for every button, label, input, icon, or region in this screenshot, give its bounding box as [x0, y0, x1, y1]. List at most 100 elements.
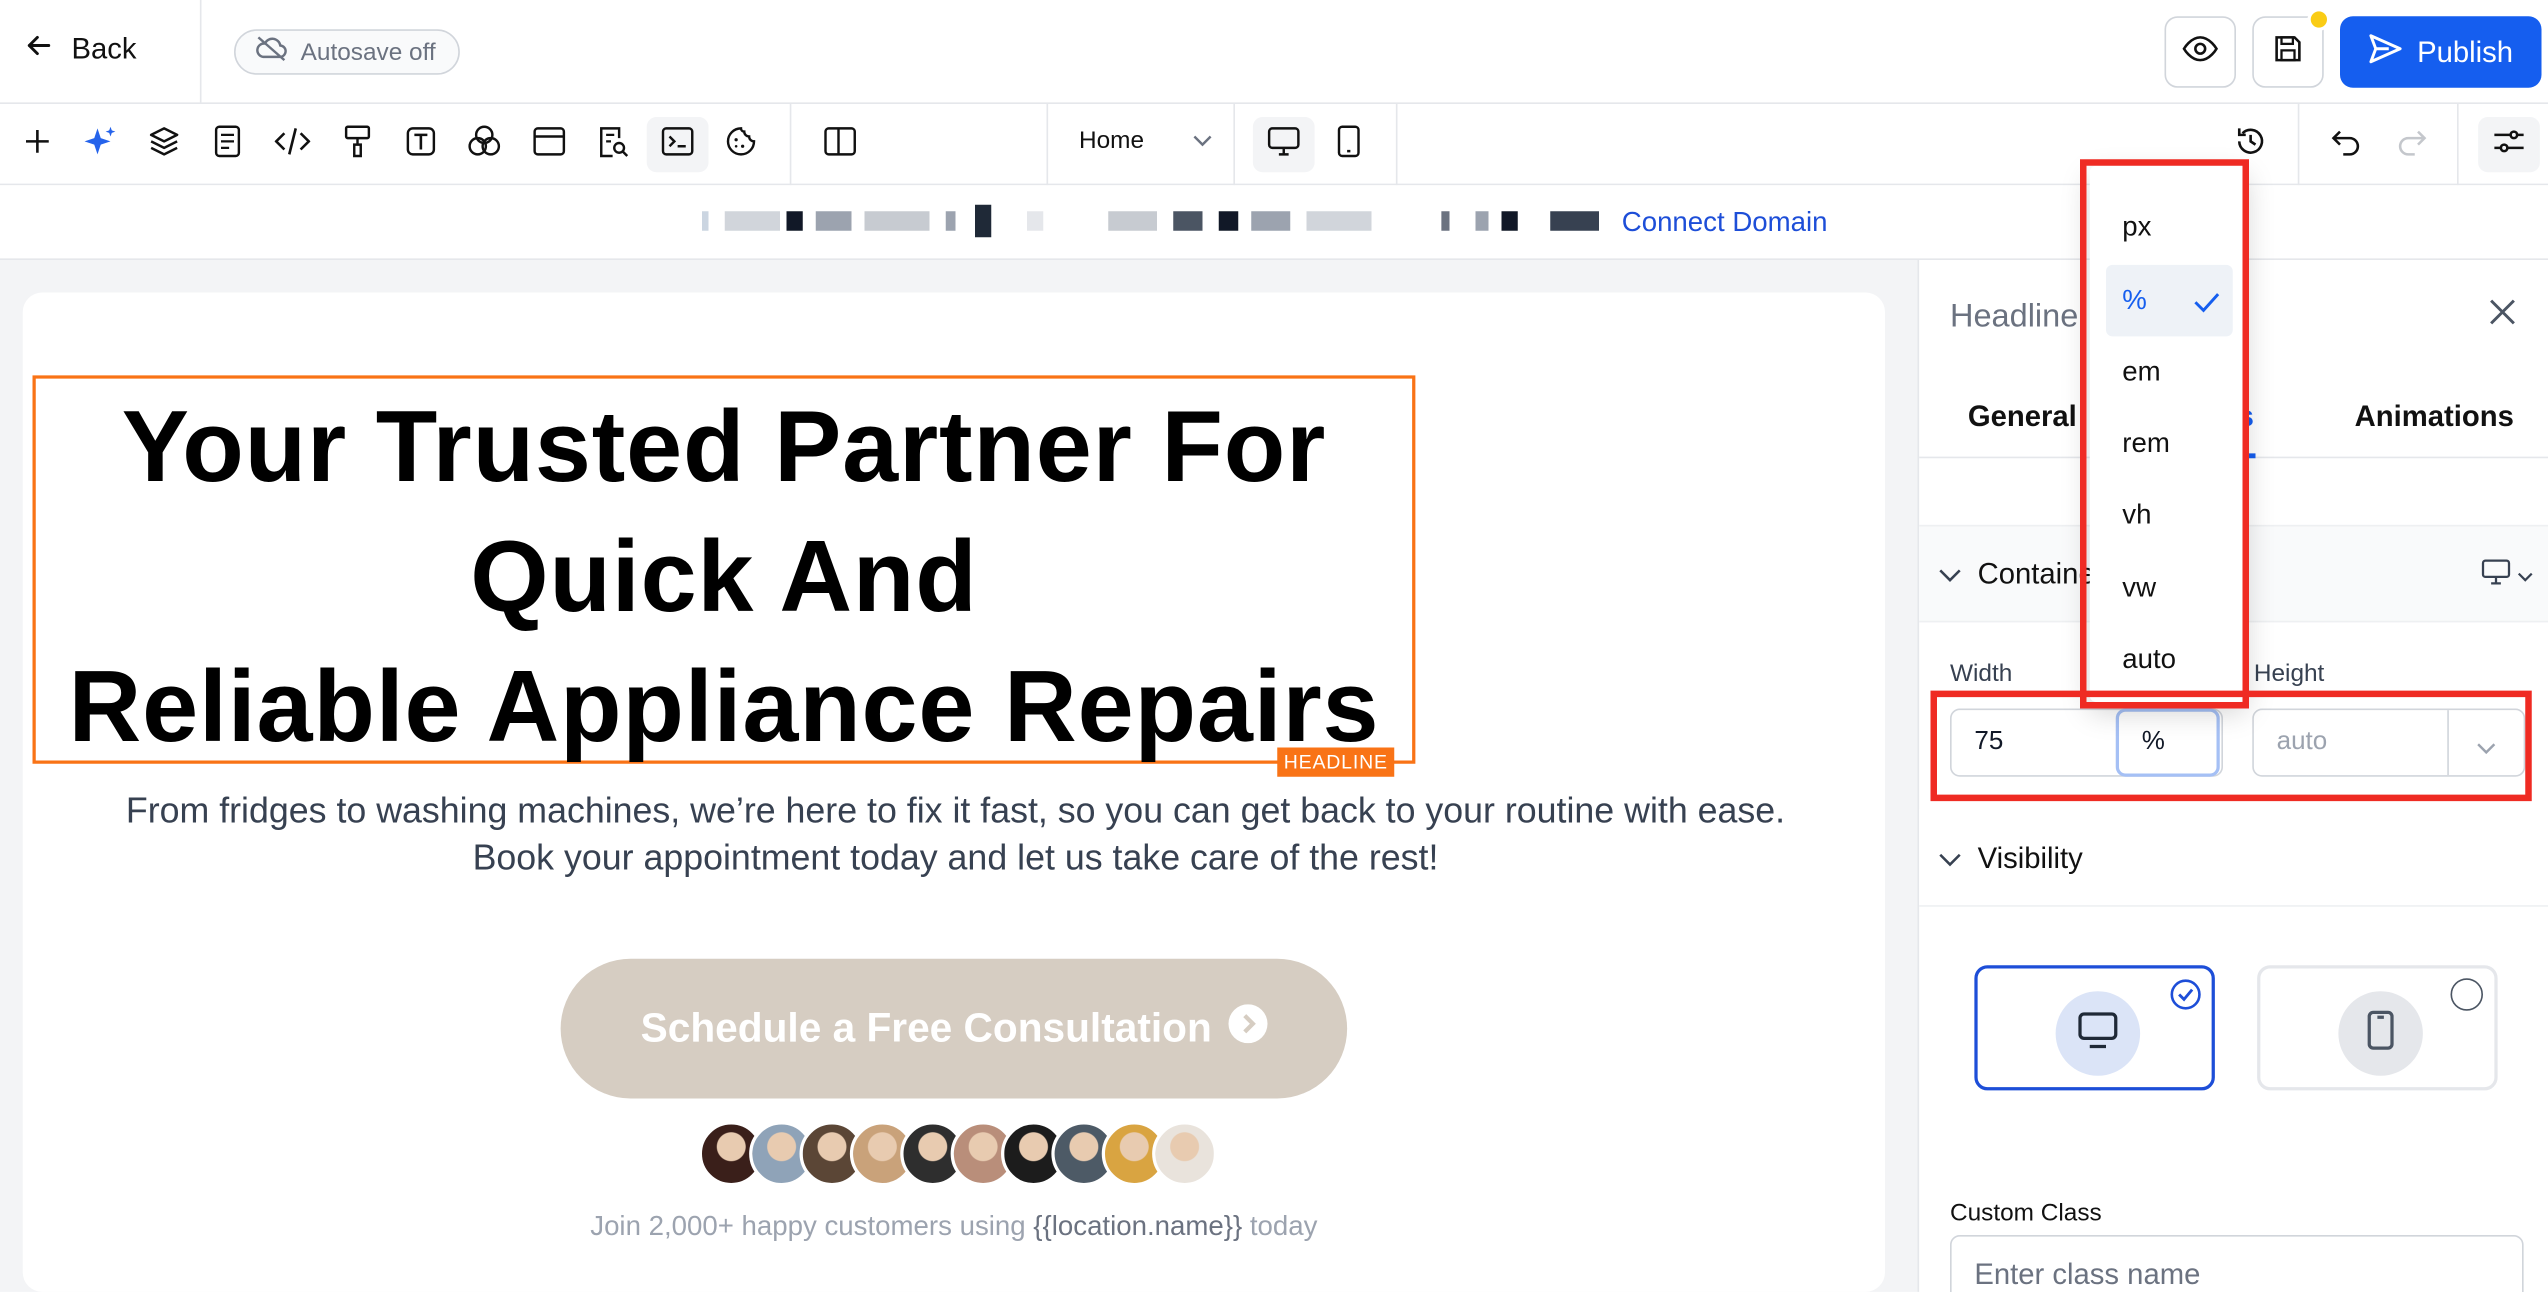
custom-class-input[interactable]: Enter class name [1950, 1235, 2524, 1292]
check-circle-icon [2169, 978, 2202, 1019]
editor-window: Back Autosave off Publish Home Connect D… [0, 0, 2548, 1292]
layers-button[interactable] [133, 117, 195, 172]
redo-button[interactable] [2381, 117, 2443, 172]
mobile-visibility-option[interactable] [2257, 965, 2498, 1091]
custom-class-label: Custom Class [1950, 1199, 2102, 1227]
seo-button[interactable] [582, 117, 644, 172]
height-label: Height [2253, 659, 2325, 688]
document-search-icon [596, 124, 629, 165]
preview-button[interactable] [2164, 16, 2236, 88]
mobile-view-button[interactable] [1318, 117, 1380, 172]
tab-general[interactable]: General [1968, 400, 2077, 434]
back-button[interactable]: Back [23, 29, 137, 70]
width-label: Width [1950, 659, 2013, 688]
document-icon [213, 124, 242, 165]
redacted-url [702, 202, 1606, 241]
subheadline[interactable]: From fridges to washing machines, we’re … [49, 787, 1863, 881]
subheadline-line: From fridges to washing machines, we’re … [125, 789, 1786, 831]
publish-button[interactable]: Publish [2340, 16, 2542, 88]
social-proof-text: Join 2,000+ happy customers using {{loca… [23, 1211, 1885, 1244]
custom-js-button[interactable] [646, 117, 709, 173]
autosave-label: Autosave off [300, 38, 436, 66]
connect-domain-link[interactable]: Connect Domain [1622, 206, 1828, 239]
tab-animations[interactable]: Animations [2355, 400, 2514, 434]
terminal-icon [661, 126, 694, 163]
headline-line: Quick And [470, 521, 978, 634]
plus-icon [23, 126, 52, 163]
mobile-icon [1337, 124, 1360, 165]
divider [2457, 104, 2459, 186]
arrow-left-icon [23, 29, 56, 70]
browser-window-icon [533, 126, 566, 163]
cloud-off-icon [255, 36, 288, 69]
page-select[interactable]: Home [1079, 126, 1212, 155]
autosave-toggle[interactable]: Autosave off [234, 29, 461, 75]
desktop-visibility-icon-wrap [2055, 991, 2141, 1076]
monitor-icon [2481, 559, 2511, 593]
annotation-highlight-size-fields [1930, 690, 2532, 802]
cookie-icon [725, 124, 758, 165]
element-type-tag: HEADLINE [1277, 747, 1395, 777]
container-section-toggle[interactable]: Containe [1939, 557, 2095, 591]
schedule-consultation-button[interactable]: Schedule a Free Consultation [560, 958, 1348, 1099]
responsive-device-select[interactable] [2481, 559, 2533, 593]
cookie-button[interactable] [710, 117, 772, 172]
social-proof-suffix: today [1242, 1210, 1318, 1242]
unsaved-indicator [2307, 8, 2331, 31]
chevron-down-icon [1939, 842, 1962, 876]
colors-button[interactable] [453, 117, 515, 172]
code-icon [274, 126, 311, 163]
location-variable: {{location.name}} [1033, 1210, 1243, 1242]
top-bar: Back Autosave off Publish [0, 0, 2548, 104]
close-icon [2483, 299, 2522, 338]
panel-toggle-button[interactable] [809, 117, 871, 172]
sparkle-icon [84, 124, 118, 165]
divider [1046, 104, 1049, 186]
container-section-label: Containe [1977, 557, 2095, 590]
send-icon [2368, 32, 2404, 73]
monitor-icon [2077, 1010, 2119, 1057]
cta-label: Schedule a Free Consultation [640, 1005, 1212, 1051]
pages-button[interactable] [197, 117, 259, 172]
desktop-visibility-option[interactable] [1974, 965, 2215, 1091]
subheadline-line: Book your appointment today and let us t… [472, 836, 1439, 878]
monitor-icon [1267, 126, 1301, 163]
color-circles-icon [466, 123, 502, 167]
divider [199, 0, 202, 104]
divider [2297, 104, 2300, 186]
visibility-section-toggle[interactable]: Visibility [1939, 842, 2083, 876]
close-panel-button[interactable] [2483, 293, 2522, 340]
publish-label: Publish [2417, 34, 2514, 68]
divider [1395, 104, 1398, 186]
ai-button[interactable] [70, 117, 132, 172]
code-button[interactable] [262, 117, 324, 172]
redo-icon [2395, 126, 2428, 163]
annotation-highlight-dropdown [2080, 159, 2249, 709]
headline[interactable]: Your Trusted Partner For Quick And Relia… [36, 384, 1412, 774]
visibility-section-header[interactable]: Visibility [1919, 809, 2548, 907]
customer-avatar [1152, 1121, 1218, 1187]
headline-line: Reliable Appliance Repairs [68, 651, 1380, 764]
headline-line: Your Trusted Partner For [121, 391, 1327, 504]
sliders-icon [2493, 126, 2526, 163]
settings-toggle-button[interactable] [2478, 117, 2540, 173]
custom-class-placeholder: Enter class name [1974, 1256, 2201, 1290]
add-element-button[interactable] [7, 117, 69, 172]
desktop-view-button[interactable] [1252, 117, 1315, 173]
save-icon [2272, 32, 2305, 73]
chevron-down-icon [2517, 561, 2533, 590]
sidebar-icon [824, 126, 857, 163]
undo-button[interactable] [2316, 117, 2378, 172]
mobile-icon [2366, 1008, 2395, 1058]
mobile-visibility-icon-wrap [2338, 991, 2423, 1076]
divider [789, 104, 792, 186]
sections-button[interactable] [518, 117, 580, 172]
typography-button[interactable] [390, 117, 452, 172]
radio-empty-icon [2450, 978, 2483, 1011]
eye-icon [2182, 35, 2218, 69]
styles-button[interactable] [327, 117, 389, 172]
social-proof-prefix: Join 2,000+ happy customers using [590, 1210, 1034, 1242]
page-select-value: Home [1079, 126, 1145, 155]
chevron-down-icon [1939, 557, 1962, 591]
chevron-right-circle-icon [1228, 1003, 1268, 1053]
